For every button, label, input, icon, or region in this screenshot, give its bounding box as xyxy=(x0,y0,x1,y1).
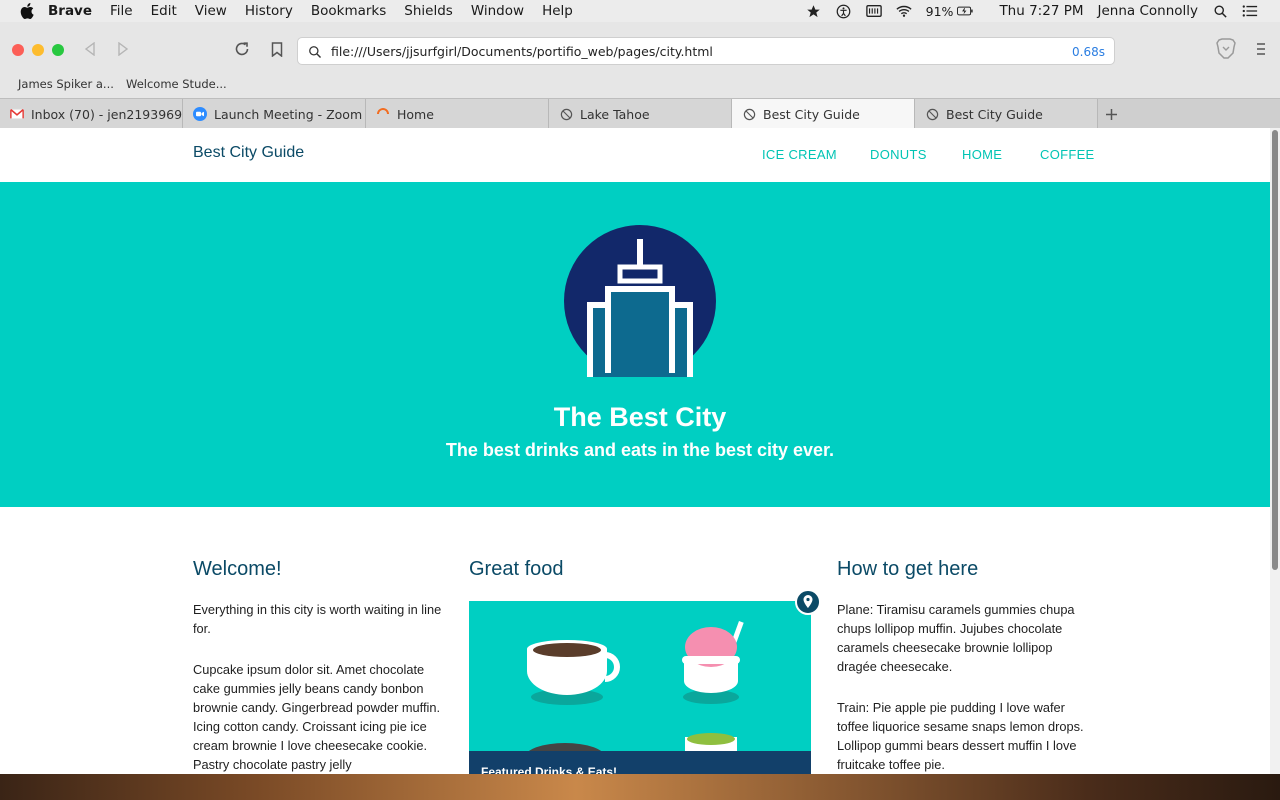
brave-shields-icon[interactable] xyxy=(1215,38,1237,60)
tab-home[interactable]: Home xyxy=(366,99,549,129)
hero-section: The Best City The best drinks and eats i… xyxy=(0,182,1270,507)
tab-label: Inbox (70) - jen21939696 xyxy=(31,106,183,122)
scrollbar-thumb[interactable] xyxy=(1272,130,1278,570)
city-building-logo xyxy=(564,225,716,377)
user-name[interactable]: Jenna Connolly xyxy=(1097,3,1198,19)
clock[interactable]: Thu 7:27 PM xyxy=(999,3,1083,19)
zoom-window-button[interactable] xyxy=(52,44,64,56)
tab-best-city-guide[interactable]: Best City Guide xyxy=(915,99,1098,129)
welcome-heading: Welcome! xyxy=(193,558,282,580)
directions-train: Train: Pie apple pie pudding I love wafe… xyxy=(837,700,1084,772)
zoom-icon xyxy=(193,107,207,121)
location-pin-icon[interactable] xyxy=(795,589,821,615)
globe-icon xyxy=(742,107,756,121)
site-brand[interactable]: Best City Guide xyxy=(193,144,304,162)
menu-bookmarks[interactable]: Bookmarks xyxy=(311,3,386,19)
welcome-paragraph-1: Everything in this city is worth waiting… xyxy=(193,602,442,636)
menu-file[interactable]: File xyxy=(110,3,133,19)
spotlight-search-icon[interactable] xyxy=(1212,3,1228,19)
load-time: 0.68s xyxy=(1072,45,1105,59)
back-button[interactable] xyxy=(79,38,101,60)
browser-menu-icon[interactable] xyxy=(1250,38,1272,60)
bookmark-page-icon[interactable] xyxy=(266,38,288,60)
directions-heading: How to get here xyxy=(837,558,979,580)
accessibility-icon[interactable] xyxy=(836,3,852,19)
star-icon[interactable] xyxy=(806,3,822,19)
nav-home[interactable]: HOME xyxy=(962,147,1002,162)
bookmark-item[interactable]: Welcome Stude... xyxy=(126,77,227,91)
nav-donuts[interactable]: DONUTS xyxy=(870,147,927,162)
battery-percent: 91% xyxy=(925,3,954,19)
browser-chrome: file:///Users/jjsurfgirl/Documents/porti… xyxy=(0,22,1280,129)
gmail-icon xyxy=(10,107,24,121)
forward-button[interactable] xyxy=(112,38,134,60)
tab-label: Best City Guide xyxy=(763,106,860,122)
globe-icon xyxy=(559,107,573,121)
directions-plane: Plane: Tiramisu caramels gummies chupa c… xyxy=(837,602,1075,674)
menu-app-name[interactable]: Brave xyxy=(48,3,92,19)
reload-button[interactable] xyxy=(231,38,253,60)
wifi-icon[interactable] xyxy=(896,3,912,19)
tab-zoom[interactable]: Launch Meeting - Zoom xyxy=(183,99,366,129)
great-food-heading: Great food xyxy=(469,558,564,580)
tab-label: Lake Tahoe xyxy=(580,106,650,122)
food-illustration xyxy=(525,621,744,774)
hero-title: The Best City xyxy=(553,402,727,432)
bookmark-item[interactable]: James Spiker a... xyxy=(18,77,114,91)
menu-shields[interactable]: Shields xyxy=(404,3,453,19)
nav-ice-cream[interactable]: ICE CREAM xyxy=(762,147,837,162)
battery-icon[interactable] xyxy=(957,3,974,19)
new-tab-button[interactable] xyxy=(1098,101,1124,127)
tab-label: Best City Guide xyxy=(946,106,1043,122)
menu-window[interactable]: Window xyxy=(471,3,524,19)
browser-toolbar: file:///Users/jjsurfgirl/Documents/porti… xyxy=(0,22,1280,74)
search-icon xyxy=(308,44,322,63)
globe-icon xyxy=(925,107,939,121)
card-caption-bar: Featured Drinks & Eats! xyxy=(469,751,811,774)
menu-history[interactable]: History xyxy=(245,3,293,19)
tab-lake-tahoe[interactable]: Lake Tahoe xyxy=(549,99,732,129)
close-window-button[interactable] xyxy=(12,44,24,56)
desktop-background xyxy=(0,774,1280,800)
minimize-window-button[interactable] xyxy=(32,44,44,56)
keyboard-icon[interactable] xyxy=(865,3,882,19)
url-text[interactable]: file:///Users/jjsurfgirl/Documents/porti… xyxy=(331,44,713,59)
tab-best-city-guide-active[interactable]: Best City Guide xyxy=(732,99,915,129)
featured-food-card[interactable]: Featured Drinks & Eats! xyxy=(469,601,811,774)
macos-menubar: Brave File Edit View History Bookmarks S… xyxy=(0,0,1280,22)
tab-gmail[interactable]: Inbox (70) - jen21939696 xyxy=(0,99,183,129)
page-scrollbar[interactable] xyxy=(1270,128,1280,774)
menu-view[interactable]: View xyxy=(195,3,227,19)
notification-center-icon[interactable] xyxy=(1242,3,1258,19)
tab-label: Launch Meeting - Zoom xyxy=(214,106,363,122)
bookmarks-bar: James Spiker a... Welcome Stude... xyxy=(0,74,1280,98)
hero-subtitle: The best drinks and eats in the best cit… xyxy=(445,440,835,460)
site-navbar: Best City Guide ICE CREAM DONUTS HOME CO… xyxy=(0,128,1270,183)
tab-strip: Inbox (70) - jen21939696 Launch Meeting … xyxy=(0,98,1280,129)
address-bar[interactable]: file:///Users/jjsurfgirl/Documents/porti… xyxy=(297,37,1115,65)
card-caption: Featured Drinks & Eats! xyxy=(481,765,618,774)
welcome-paragraph-2: Cupcake ipsum dolor sit. Amet chocolate … xyxy=(193,662,441,772)
apple-icon[interactable] xyxy=(20,3,34,19)
page-viewport: Best City Guide ICE CREAM DONUTS HOME CO… xyxy=(0,128,1270,774)
spinner-icon xyxy=(376,107,390,121)
tab-label: Home xyxy=(397,106,434,122)
nav-coffee[interactable]: COFFEE xyxy=(1040,147,1095,162)
menu-help[interactable]: Help xyxy=(542,3,573,19)
menu-edit[interactable]: Edit xyxy=(151,3,177,19)
